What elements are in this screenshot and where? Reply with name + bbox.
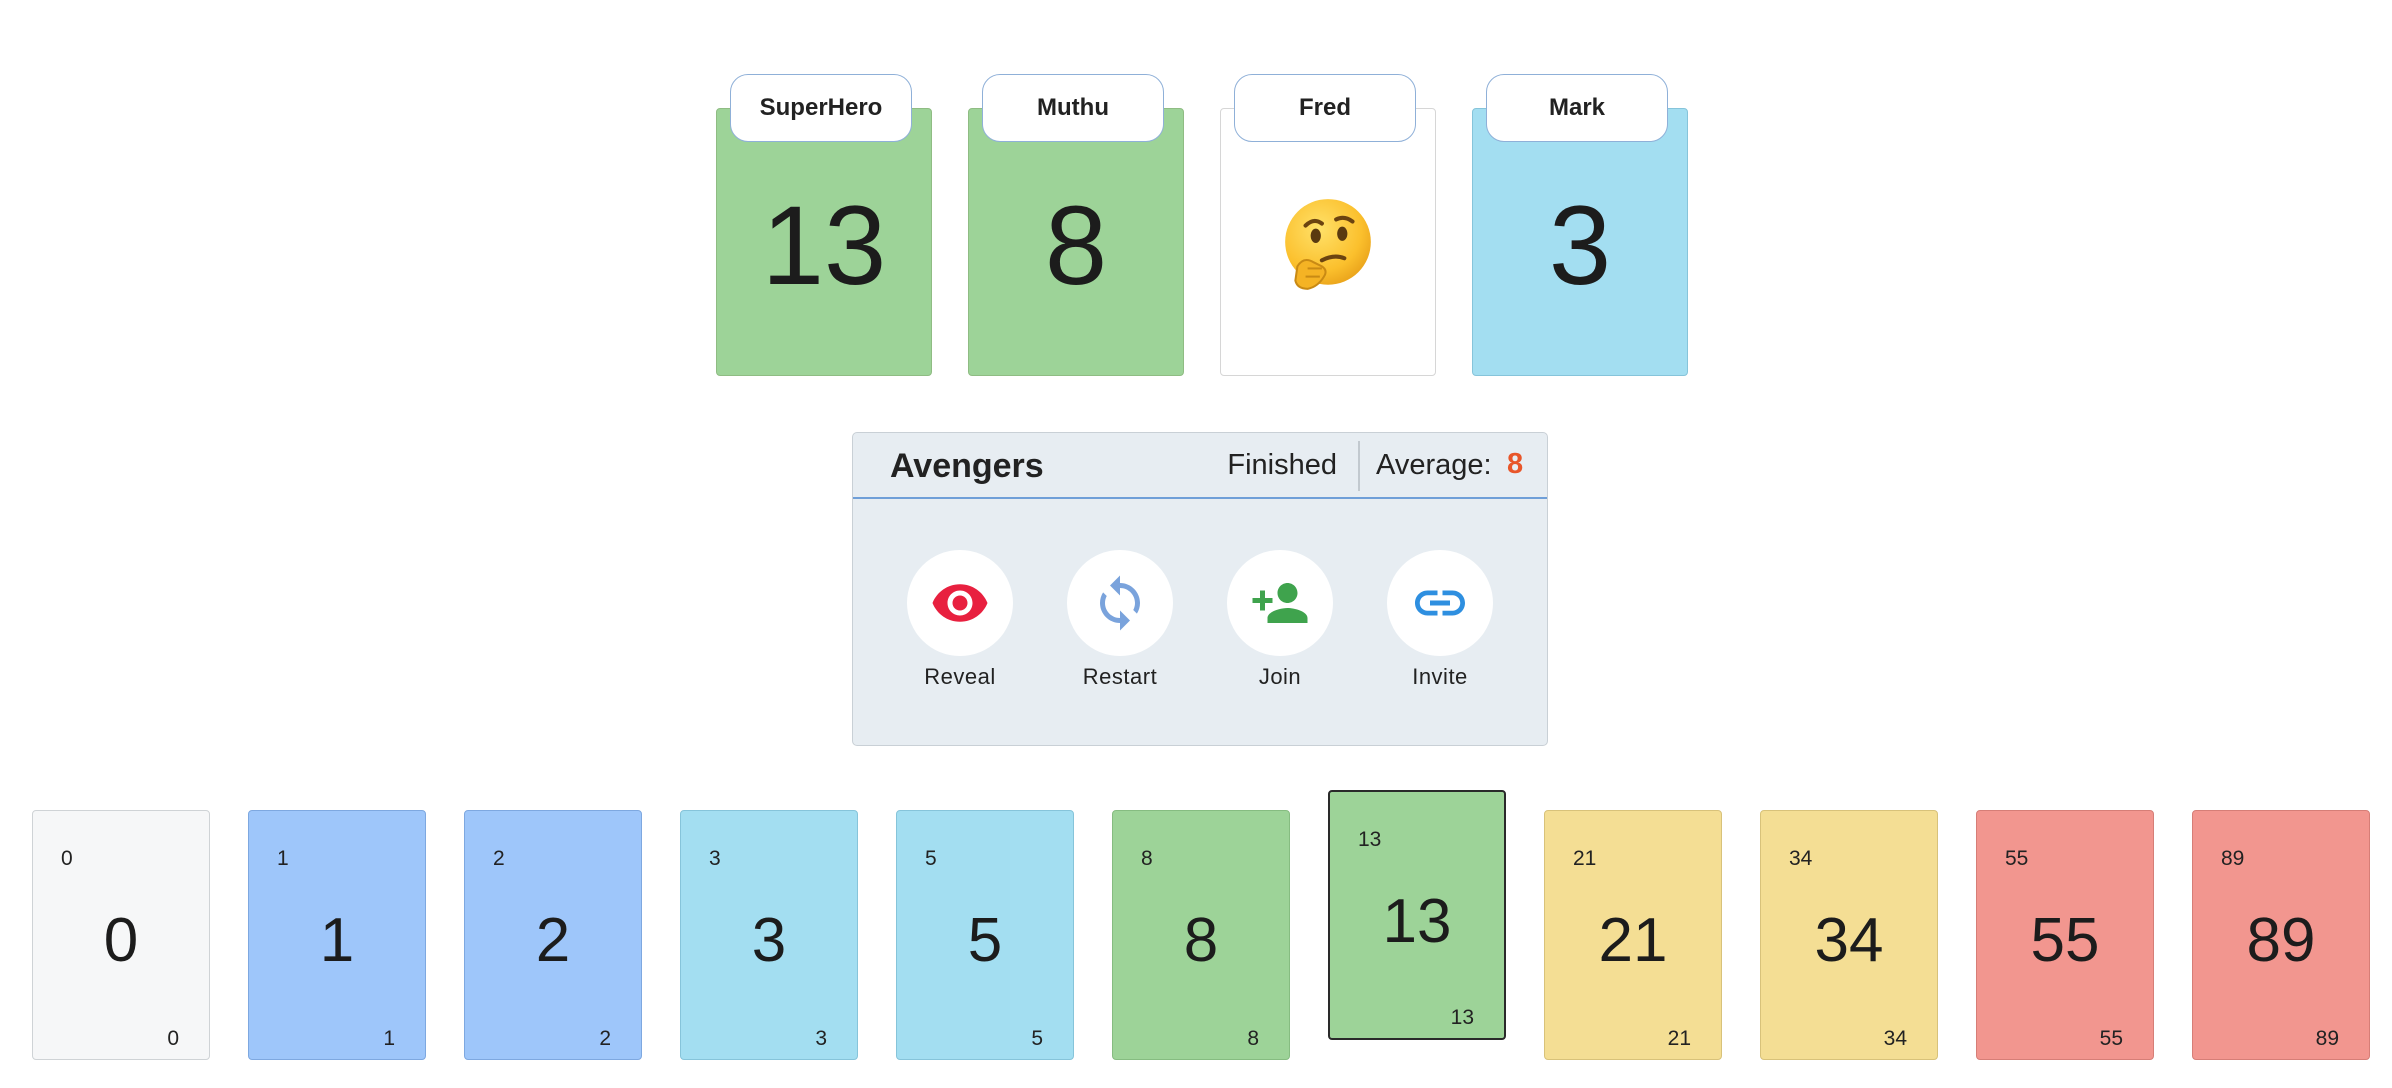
deck-card-3[interactable]: 3 3 3 bbox=[680, 810, 858, 1060]
game-status: Finished bbox=[1227, 449, 1337, 481]
deck-card-13-selected[interactable]: 13 13 13 bbox=[1328, 790, 1506, 1040]
deck-card-5[interactable]: 5 5 5 bbox=[896, 810, 1074, 1060]
deck-card-1[interactable]: 1 1 1 bbox=[248, 810, 426, 1060]
card-corner-value: 21 bbox=[1573, 847, 1597, 870]
card-corner-value: 0 bbox=[167, 1027, 179, 1050]
player-name: Muthu bbox=[982, 74, 1164, 142]
restart-icon-circle[interactable] bbox=[1067, 550, 1173, 656]
game-name: Avengers bbox=[890, 447, 1044, 485]
player-name: Mark bbox=[1486, 74, 1668, 142]
card-corner-value: 89 bbox=[2315, 1027, 2339, 1050]
card-value: 34 bbox=[1814, 906, 1884, 975]
card-corner-value: 89 bbox=[2221, 847, 2245, 870]
card-corner-value: 34 bbox=[1883, 1027, 1907, 1050]
player-mark: 3 Mark bbox=[1472, 74, 1688, 378]
invite-icon-circle[interactable] bbox=[1387, 550, 1493, 656]
deck-card-34[interactable]: 34 34 34 bbox=[1760, 810, 1938, 1060]
deck-card-21[interactable]: 21 21 21 bbox=[1544, 810, 1722, 1060]
card-value: 55 bbox=[2030, 906, 2100, 975]
card-corner-value: 3 bbox=[815, 1027, 827, 1050]
card-corner-value: 2 bbox=[493, 847, 505, 870]
deck-card-8[interactable]: 8 8 8 bbox=[1112, 810, 1290, 1060]
card-corner-value: 55 bbox=[2005, 847, 2029, 870]
player-name: SuperHero bbox=[730, 74, 912, 142]
card-value: 8 bbox=[1183, 906, 1219, 975]
card-corner-value: 3 bbox=[709, 847, 721, 870]
player-muthu: 8 Muthu bbox=[968, 74, 1184, 378]
deck-card-55[interactable]: 55 55 55 bbox=[1976, 810, 2154, 1060]
card-value: 5 bbox=[967, 906, 1003, 975]
card-corner-value: 21 bbox=[1667, 1027, 1691, 1050]
reveal-button[interactable]: Reveal bbox=[907, 550, 1013, 690]
player-vote-value: 13 bbox=[761, 183, 887, 308]
add-person-icon bbox=[1252, 583, 1308, 623]
player-card: 8 bbox=[968, 108, 1184, 376]
player-card: 13 bbox=[716, 108, 932, 376]
restart-label: Restart bbox=[1082, 664, 1158, 689]
join-button[interactable]: Join bbox=[1227, 550, 1333, 690]
card-corner-value: 1 bbox=[277, 847, 289, 870]
deck-card-0[interactable]: 0 0 0 bbox=[32, 810, 210, 1060]
join-icon-circle[interactable] bbox=[1227, 550, 1333, 656]
eye-icon bbox=[932, 584, 988, 622]
card-value: 3 bbox=[751, 906, 787, 975]
invite-button[interactable]: Invite bbox=[1387, 550, 1493, 690]
refresh-icon bbox=[1100, 575, 1140, 631]
card-corner-value: 8 bbox=[1247, 1027, 1259, 1050]
card-corner-value: 5 bbox=[1031, 1027, 1043, 1050]
player-superhero: 13 SuperHero bbox=[716, 74, 932, 378]
deck-card-89[interactable]: 89 89 89 bbox=[2192, 810, 2370, 1060]
average-label: Average: bbox=[1376, 449, 1492, 481]
card-corner-value: 34 bbox=[1789, 847, 1813, 870]
header-divider bbox=[1358, 441, 1360, 491]
average-value: 8 bbox=[1507, 448, 1524, 480]
card-value: 13 bbox=[1382, 887, 1452, 956]
reveal-icon-circle[interactable] bbox=[907, 550, 1013, 656]
card-value: 0 bbox=[103, 906, 139, 975]
thinking-face-icon bbox=[1277, 195, 1379, 297]
link-icon bbox=[1415, 590, 1465, 616]
player-fred: Fred bbox=[1220, 74, 1436, 378]
card-value: 2 bbox=[535, 906, 571, 975]
card-corner-value: 5 bbox=[925, 847, 937, 870]
card-value: 21 bbox=[1598, 906, 1668, 975]
game-panel-header: Avengers Finished Average: 8 bbox=[853, 433, 1547, 499]
card-corner-value: 55 bbox=[2099, 1027, 2123, 1050]
game-panel: Avengers Finished Average: 8 Reveal Rest… bbox=[852, 432, 1548, 746]
card-corner-value: 1 bbox=[383, 1027, 395, 1050]
card-corner-value: 0 bbox=[61, 847, 73, 870]
player-vote-value: 3 bbox=[1548, 183, 1612, 308]
player-card bbox=[1220, 108, 1436, 376]
restart-button[interactable]: Restart bbox=[1067, 550, 1173, 690]
player-card: 3 bbox=[1472, 108, 1688, 376]
deck-card-2[interactable]: 2 2 2 bbox=[464, 810, 642, 1060]
join-label: Join bbox=[1258, 664, 1302, 689]
card-value: 1 bbox=[319, 906, 355, 975]
card-corner-value: 8 bbox=[1141, 847, 1153, 870]
reveal-label: Reveal bbox=[924, 664, 996, 689]
card-corner-value: 13 bbox=[1450, 1006, 1474, 1029]
player-name: Fred bbox=[1234, 74, 1416, 142]
card-corner-value: 2 bbox=[599, 1027, 611, 1050]
card-value: 89 bbox=[2246, 906, 2316, 975]
card-corner-value: 13 bbox=[1358, 828, 1382, 851]
player-vote-value: 8 bbox=[1044, 183, 1108, 308]
invite-label: Invite bbox=[1412, 664, 1468, 689]
